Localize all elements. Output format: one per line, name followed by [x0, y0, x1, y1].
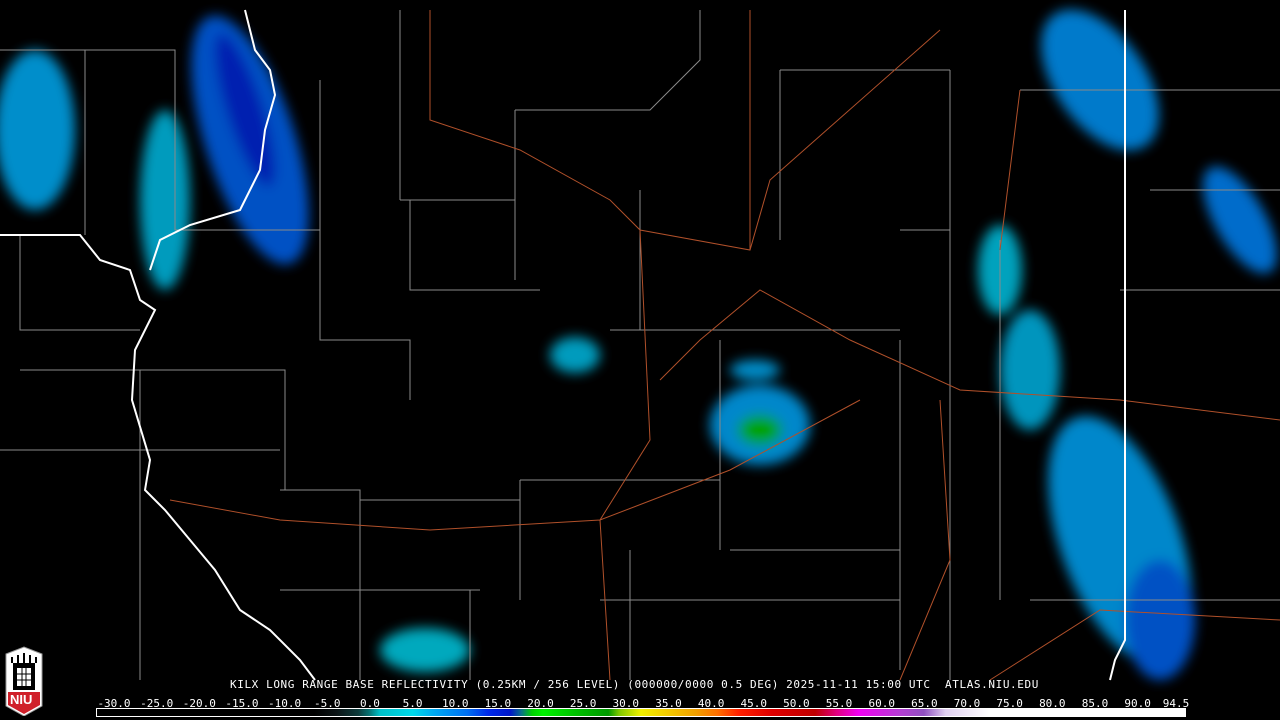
- product-title: KILX LONG RANGE BASE REFLECTIVITY (0.25K…: [230, 678, 1039, 691]
- radar-echoes: [0, 9, 1277, 680]
- reflectivity-colorbar: [96, 708, 1186, 717]
- radar-map[interactable]: [0, 0, 1280, 720]
